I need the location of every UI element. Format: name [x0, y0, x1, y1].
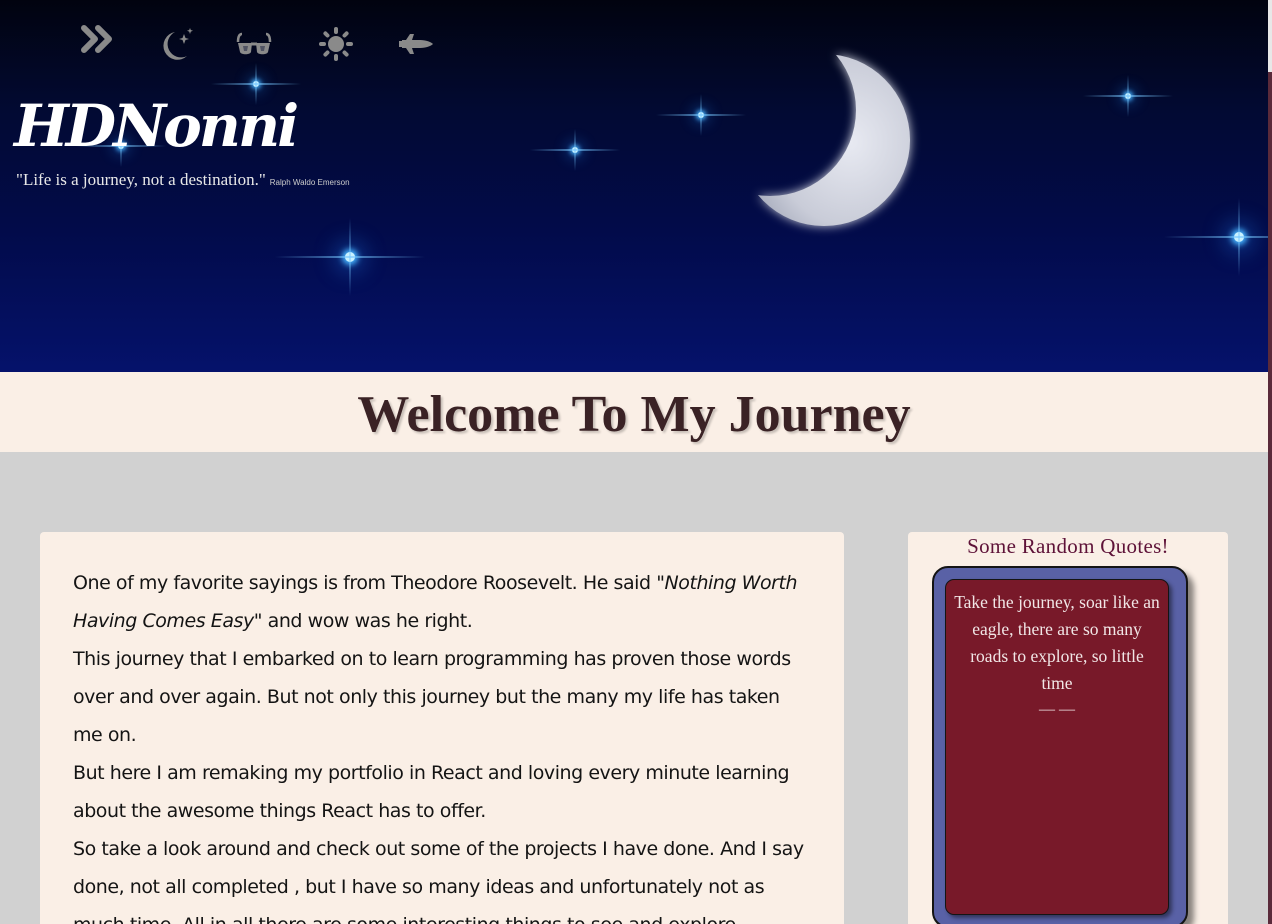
intro-card: One of my favorite sayings is from Theod…	[40, 532, 844, 924]
intro-paragraph: But here I am remaking my portfolio in R…	[73, 762, 790, 822]
quote-card: Take the journey, soar like an eagle, th…	[945, 579, 1169, 915]
sun-icon[interactable]	[316, 24, 356, 64]
moon-illustration	[742, 42, 922, 242]
page-scrollbar[interactable]	[1268, 0, 1272, 924]
star-decoration	[1083, 75, 1173, 117]
header-quote-text: "Life is a journey, not a destination."	[16, 170, 266, 189]
quotes-card: Some Random Quotes! Take the journey, so…	[908, 532, 1228, 924]
space-shuttle-icon[interactable]	[396, 24, 436, 64]
quote-frame: Take the journey, soar like an eagle, th…	[932, 566, 1188, 924]
intro-paragraph: One of my favorite sayings is from Theod…	[73, 564, 812, 640]
site-brand[interactable]: HDNonni	[14, 86, 299, 166]
quote-attribution: — —	[1039, 701, 1075, 718]
quotes-title: Some Random Quotes!	[967, 534, 1169, 558]
quote-text: Take the journey, soar like an eagle, th…	[954, 592, 1160, 693]
hero-banner: HDNonni "Life is a journey, not a destin…	[0, 0, 1268, 372]
intro-paragraph: This journey that I embarked on to learn…	[73, 648, 791, 746]
header-quote-author: Ralph Waldo Emerson	[269, 178, 350, 187]
moon-stars-icon[interactable]	[156, 24, 196, 64]
welcome-banner: Welcome To My Journey	[0, 372, 1268, 452]
star-decoration	[1164, 198, 1268, 276]
header-quote: "Life is a journey, not a destination." R…	[16, 170, 350, 190]
star-decoration	[656, 94, 746, 136]
star-decoration	[530, 129, 620, 171]
page-title: Welcome To My Journey	[357, 386, 911, 443]
star-decoration	[275, 218, 425, 296]
chevrons-right-icon[interactable]	[78, 19, 118, 59]
intro-paragraph: So take a look around and check out some…	[73, 838, 804, 924]
intro-text: One of my favorite sayings is from Theod…	[73, 572, 657, 594]
sunglasses-icon[interactable]	[234, 24, 274, 64]
intro-text: and wow was he right.	[262, 610, 473, 632]
top-nav	[78, 24, 438, 68]
